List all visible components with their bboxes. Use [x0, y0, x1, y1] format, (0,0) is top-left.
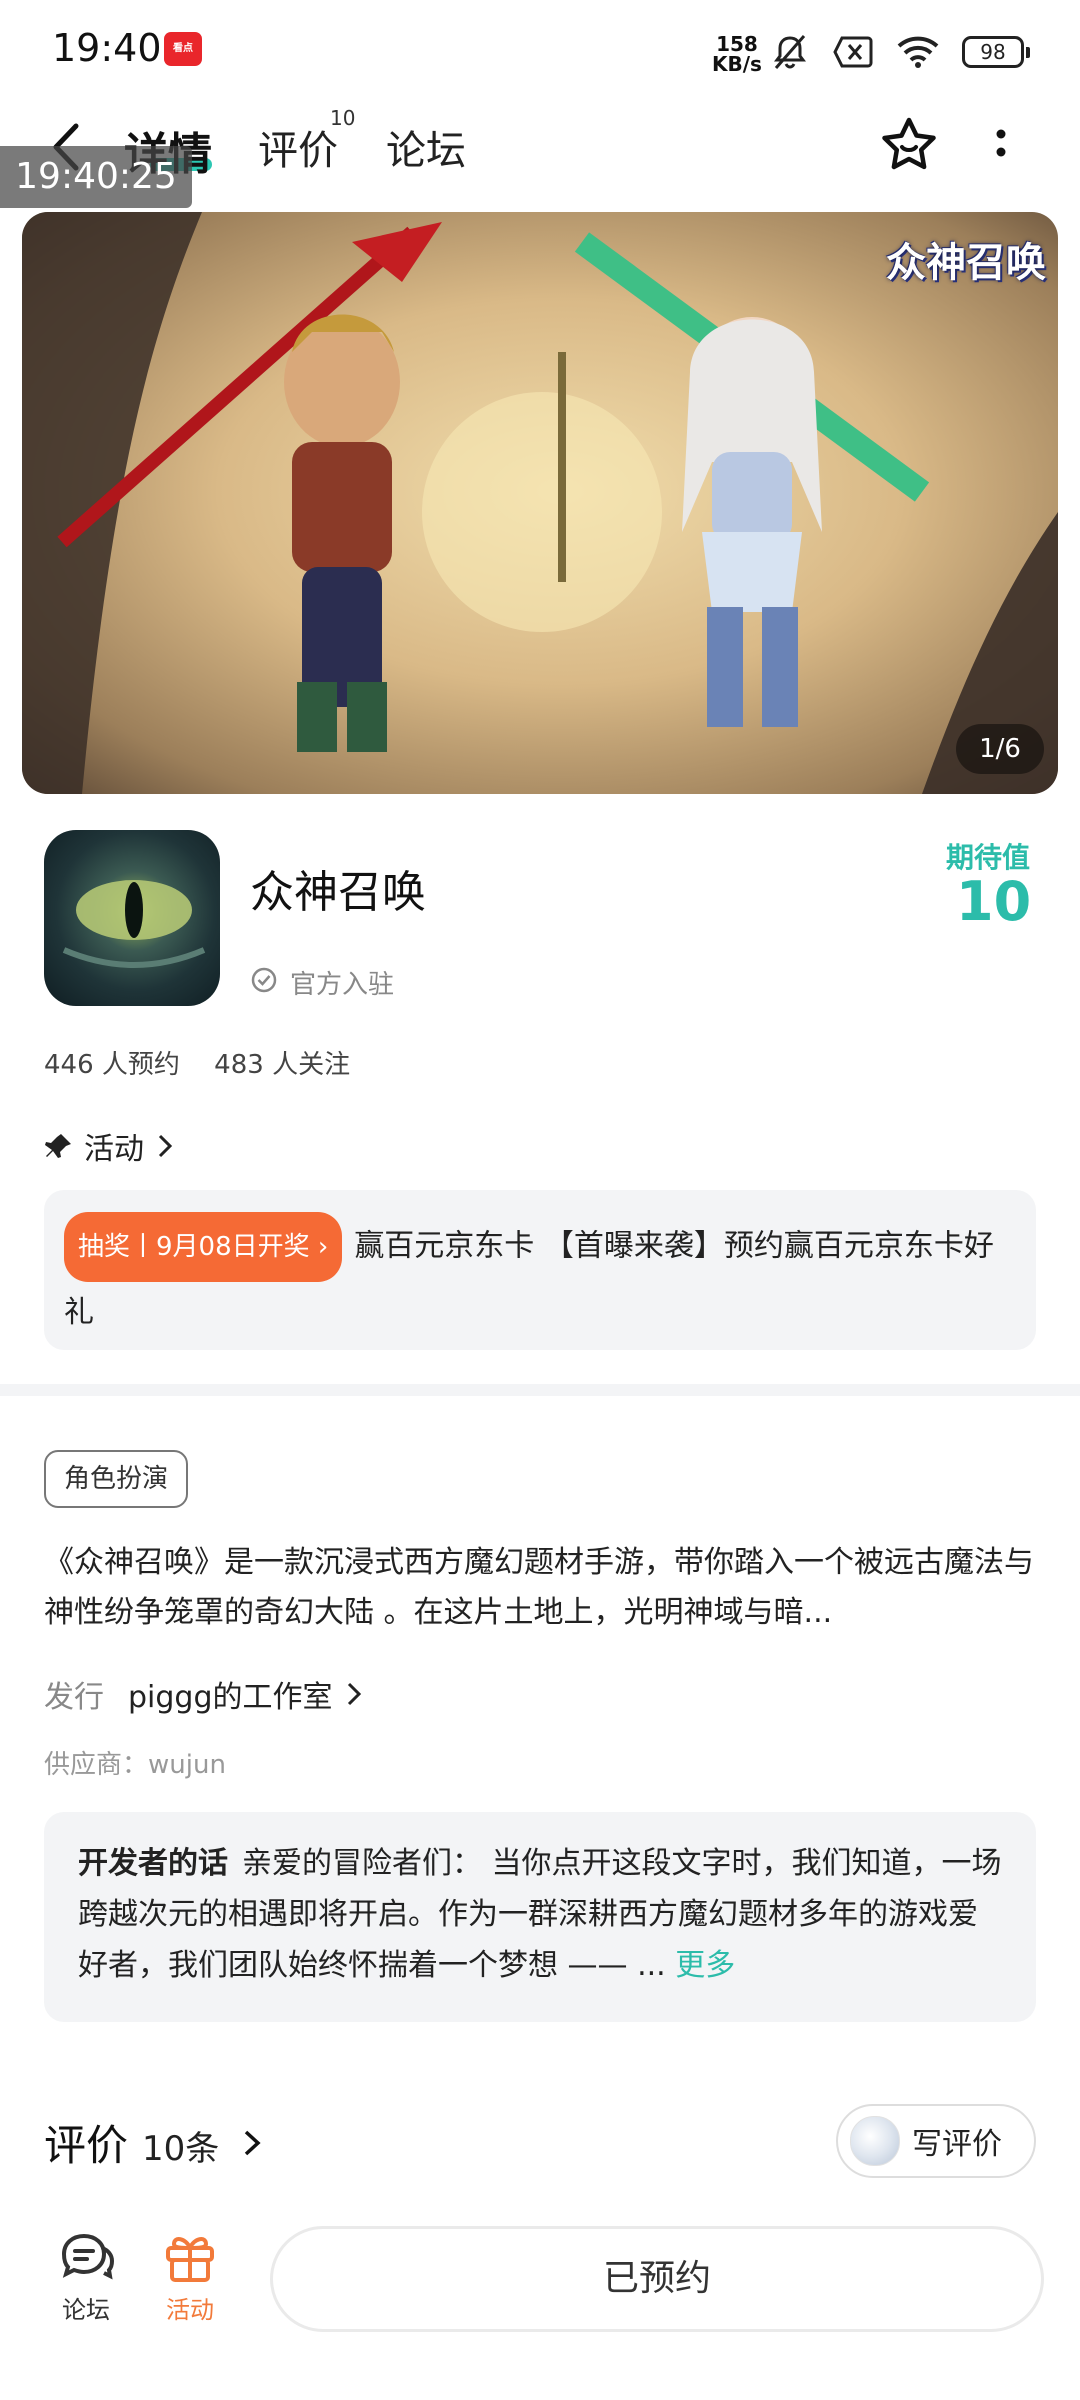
reviews-count: 10条 — [142, 2129, 220, 2169]
game-title: 众神召唤 — [250, 867, 426, 918]
chevron-right-icon — [158, 1134, 173, 1158]
network-speed: 158 KB/s — [712, 34, 762, 74]
network-speed-unit: KB/s — [712, 52, 762, 76]
lottery-badge-label: 抽奖丨9月08日开奖 — [78, 1232, 310, 1262]
genre-tag[interactable]: 角色扮演 — [44, 1450, 189, 1508]
lottery-badge[interactable]: 抽奖丨9月08日开奖 › — [64, 1212, 343, 1282]
reviews-header[interactable]: 评价 10条 — [44, 2112, 267, 2173]
reviews-title: 评价 — [44, 2121, 129, 2170]
expectation-score: 10 — [956, 870, 1032, 933]
section-divider — [0, 1384, 1080, 1396]
battery-indicator: 98 — [962, 36, 1030, 68]
developer-note-title: 开发者的话 — [78, 1846, 228, 1881]
banner-game-logo: 众神召唤 — [886, 240, 1046, 286]
user-avatar — [850, 2116, 900, 2166]
supplier-info: 供应商：wujun — [44, 1750, 226, 1780]
game-description[interactable]: 《众神召唤》是一款沉浸式西方魔幻题材手游，带你踏入一个被远古魔法与神性纷争笼罩的… — [44, 1538, 1040, 1638]
publisher-label: 发行 — [44, 1680, 104, 1715]
no-sim-icon — [833, 36, 873, 68]
activity-section-header[interactable]: 活动 — [44, 1124, 178, 1168]
network-speed-value: 158 — [716, 32, 758, 56]
verified-check-icon — [251, 967, 277, 993]
write-review-button[interactable]: 写评价 — [836, 2104, 1036, 2178]
write-review-label: 写评价 — [912, 2127, 1002, 2162]
more-link[interactable]: 更多 — [675, 1948, 735, 1983]
activity-heading: 活动 — [84, 1132, 144, 1167]
tab-reviews[interactable]: 评价 — [258, 118, 338, 176]
chevron-right-icon — [347, 1682, 361, 1706]
forum-chat-icon — [61, 2233, 115, 2280]
favorite-star-icon[interactable] — [878, 114, 940, 176]
bottom-forum-button[interactable]: 论坛 — [56, 2230, 116, 2325]
status-time: 19:40 — [52, 26, 162, 70]
follower-count: 483 人关注 — [214, 1050, 351, 1080]
activity-content: 抽奖丨9月08日开奖 › 赢百元京东卡 【首曝来袭】预约赢百元京东卡好礼 — [64, 1212, 1006, 1344]
bottom-activity-button[interactable]: 活动 — [160, 2230, 220, 2325]
dragon-eye-icon — [62, 880, 206, 968]
reservation-count: 446 人预约 — [44, 1050, 180, 1080]
banner-artwork — [22, 212, 1058, 794]
developer-note-card[interactable]: 开发者的话 亲爱的冒险者们： 当你点开这段文字时，我们知道，一场跨越次元的相遇即将… — [44, 1812, 1036, 2022]
carousel-counter: 1/6 — [956, 724, 1044, 774]
publisher-name: piggg的工作室 — [128, 1680, 333, 1715]
developer-note: 开发者的话 亲爱的冒险者们： 当你点开这段文字时，我们知道，一场跨越次元的相遇即将… — [78, 1838, 1002, 1991]
gift-icon — [166, 2237, 214, 2282]
mute-icon — [774, 35, 806, 69]
reserved-button[interactable]: 已预约 — [270, 2226, 1044, 2332]
game-icon — [44, 830, 220, 1006]
reviews-tab-badge: 10 — [330, 106, 356, 130]
activity-label: 活动 — [166, 2296, 214, 2324]
chevron-right-icon — [245, 2130, 261, 2156]
notification-app-icon: 看点 — [164, 32, 202, 66]
game-stats: 446 人预约 483 人关注 — [44, 1044, 376, 1081]
overlay-timestamp: 19:40:25 — [0, 146, 192, 208]
wifi-icon — [897, 36, 939, 68]
publisher-row[interactable]: 发行 piggg的工作室 — [44, 1672, 367, 1716]
verified-label: 官方入驻 — [290, 970, 395, 1000]
screenshot-carousel[interactable]: 众神召唤 1/6 — [22, 212, 1058, 794]
tab-forum[interactable]: 论坛 — [386, 118, 466, 176]
forum-label: 论坛 — [62, 2296, 110, 2324]
activity-card[interactable]: 抽奖丨9月08日开奖 › 赢百元京东卡 【首曝来袭】预约赢百元京东卡好礼 — [44, 1190, 1036, 1350]
pin-icon — [45, 1134, 71, 1158]
more-options-icon[interactable] — [986, 122, 1016, 172]
status-icons: 98 — [770, 30, 1030, 74]
